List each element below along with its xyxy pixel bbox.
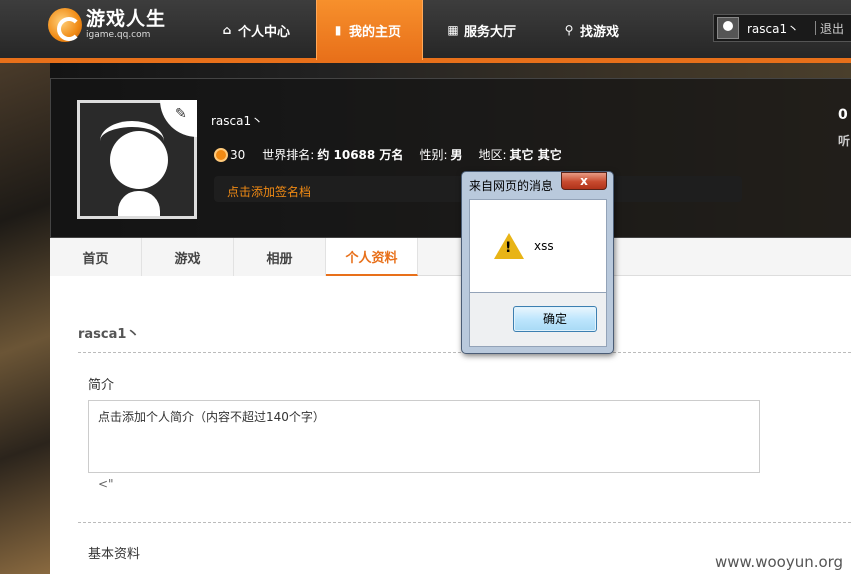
site-logo[interactable]: 游戏人生 igame.qq.com [48,8,166,42]
region-label: 地区: [478,148,507,162]
injected-text: <" [98,477,114,491]
tab-games[interactable]: 游戏 [142,238,234,276]
search-icon: ⚲ [564,23,574,37]
gender-label: 性别: [419,148,448,162]
logo-domain: igame.qq.com [86,30,151,40]
background-art [0,63,50,574]
intro-label: 简介 [88,378,115,393]
tab-album[interactable]: 相册 [234,238,326,276]
follow-label: 听 [838,134,851,148]
rank-value: 约 10688 万名 [317,148,404,162]
nav-find-games[interactable]: ⚲ 找游戏 [562,0,619,60]
add-signature-link[interactable]: 点击添加签名档 [227,183,311,200]
nav-personal-center[interactable]: ⌂ 个人中心 [220,0,290,60]
user-name[interactable]: rasca1丶 [747,20,815,37]
nav-my-homepage[interactable]: ▮ 我的主页 [316,0,423,60]
watermark: www.wooyun.org [715,553,844,571]
nav-label: 个人中心 [238,24,291,40]
level-coin-icon [214,147,228,162]
avatar-head [110,131,168,189]
document-icon: ▮ [334,23,342,37]
warning-exclamation: ! [505,240,512,256]
home-icon: ⌂ [222,23,232,37]
logo-icon [48,8,82,42]
profile-name: rasca1丶 [211,114,264,128]
nav-service-hall[interactable]: ▦ 服务大厅 [446,0,516,60]
grid-icon: ▦ [447,23,459,37]
basic-info-label: 基本资料 [88,547,141,562]
logo-name: 游戏人生 [86,8,167,30]
dialog-close-button[interactable]: x [561,172,607,190]
user-avatar[interactable] [717,17,739,39]
gender-value: 男 [450,148,463,162]
dialog-title: 来自网页的消息 [469,179,554,193]
user-box: rasca1丶 退出 [713,14,851,42]
nav-label: 我的主页 [349,24,402,40]
intro-textarea[interactable]: 点击添加个人简介（内容不超过140个字） [88,400,760,473]
avatar-body [118,191,160,216]
nav-label: 找游戏 [580,24,620,40]
region-value: 其它 其它 [509,148,562,162]
divider [78,522,851,523]
rank-label: 世界排名: [262,148,315,162]
section-username: rasca1丶 [78,327,140,342]
tab-home[interactable]: 首页 [50,238,142,276]
follow-count[interactable]: 0 [838,107,848,123]
tab-profile[interactable]: 个人资料 [326,238,418,276]
pencil-icon: ✎ [175,106,187,122]
dialog-ok-button[interactable]: 确定 [513,306,597,332]
logout-link[interactable]: 退出 [820,20,844,37]
divider [815,21,816,35]
nav-label: 服务大厅 [464,24,517,40]
profile-level: 30 [230,147,246,162]
dialog-message: xss [534,239,554,253]
profile-stats: 30 世界排名: 约 10688 万名 性别: 男 地区: 其它 其它 [214,146,562,163]
